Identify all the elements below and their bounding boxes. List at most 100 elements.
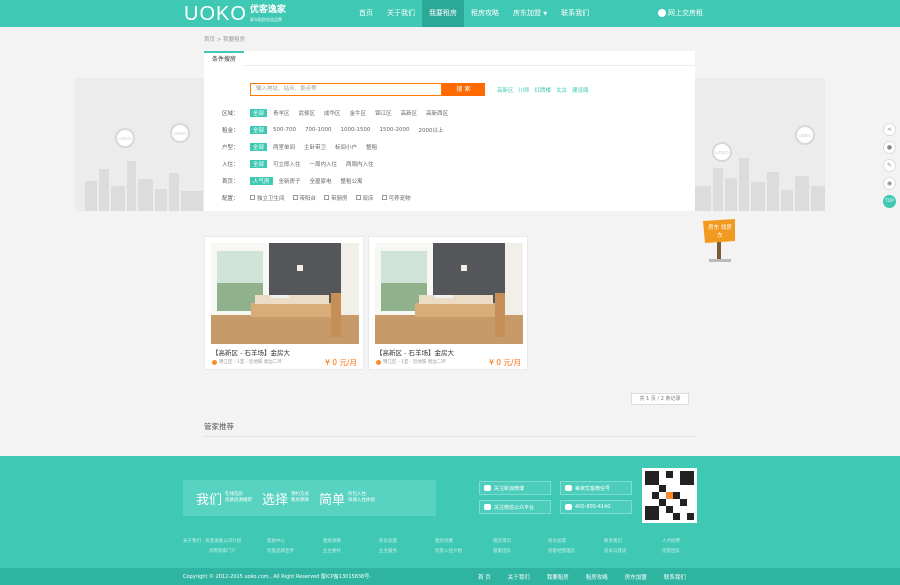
filter-option[interactable]: 全新房子 xyxy=(279,177,301,185)
listing-photo[interactable] xyxy=(375,243,523,344)
filter-option[interactable]: 700-1000 xyxy=(305,127,331,133)
filter-option[interactable]: 高新西区 xyxy=(426,109,448,117)
bottom-link[interactable]: 租房攻略 xyxy=(586,573,608,581)
footer-link[interactable]: 租房常识 xyxy=(493,537,511,547)
search-button[interactable]: 搜 索 xyxy=(442,83,485,96)
site-logo[interactable]: UOKO 优客逸家 青年租房优选品牌 xyxy=(184,3,286,24)
filter-option[interactable]: 青羊区 xyxy=(273,109,290,117)
nav-landlord[interactable]: 房东加盟 ▼ xyxy=(506,0,554,27)
weibo-button[interactable]: 关注新浪微博 xyxy=(479,481,551,495)
config-checkbox[interactable]: 双床 xyxy=(355,194,374,202)
footer-link[interactable]: 优客经营理念 xyxy=(548,547,575,557)
slogan-sub: 预约方式 看房保障 xyxy=(291,492,309,504)
wechat-public-button[interactable]: 关注微信公众平台 xyxy=(479,500,551,514)
logo-cn-sub: 青年租房优选品牌 xyxy=(249,17,282,22)
footer-link[interactable]: 优客品牌宣传 xyxy=(267,547,294,557)
config-checkbox[interactable]: 带阳台 xyxy=(292,194,316,202)
filter-option[interactable]: 2000以上 xyxy=(418,126,443,134)
filter-option[interactable]: 高新区 xyxy=(401,109,418,117)
filter-option[interactable]: 锦江区 xyxy=(375,109,392,117)
footer-link[interactable]: 关于我们 · 优客逸家公司介绍 xyxy=(183,537,241,547)
signpost-label: 房东 找房东 xyxy=(708,225,732,239)
wechat-id-button[interactable]: 每家优客微信号 xyxy=(560,481,632,495)
hot-area-link[interactable]: 太古 xyxy=(556,86,567,94)
top-icon[interactable]: TOP xyxy=(883,195,896,208)
nav-home[interactable]: 首页 xyxy=(352,0,380,27)
listing-title[interactable]: 【高新区 - 石羊场】金房大 xyxy=(376,347,454,357)
filter-option[interactable]: 主卧带卫 xyxy=(304,143,326,151)
filter-option[interactable]: 1000-1500 xyxy=(340,127,370,133)
filter-option[interactable]: 全部 xyxy=(250,159,268,168)
chevron-down-icon: ▼ xyxy=(543,11,548,17)
footer-link[interactable]: 人才招聘 xyxy=(662,537,680,547)
filter-option[interactable]: 1500-2000 xyxy=(379,127,409,133)
filter-option[interactable]: 全部 xyxy=(250,142,268,151)
filter-option[interactable]: 成华区 xyxy=(324,109,341,117)
hot-area-link[interactable]: 高新区 xyxy=(497,86,514,94)
hot-area-link[interactable]: 川师 xyxy=(519,86,530,94)
filter-option[interactable]: 人气房 xyxy=(250,176,273,185)
footer-link[interactable]: 房东加盟 xyxy=(548,537,575,547)
filter-option[interactable]: 两周内入住 xyxy=(346,160,374,168)
filter-option[interactable]: 全部 xyxy=(250,108,268,117)
edit-icon[interactable]: ✎ xyxy=(883,159,896,172)
wechat-icon[interactable]: ◉ xyxy=(883,177,896,190)
footer-link[interactable]: 管家团队 xyxy=(493,547,511,557)
config-checkbox[interactable]: 独立卫生间 xyxy=(250,194,285,202)
footer-link[interactable]: 投诉与建议 xyxy=(604,547,627,557)
recommend-title: 管家推荐 xyxy=(204,422,234,431)
listing-photo[interactable] xyxy=(211,243,359,344)
bottom-link[interactable]: 首 页 xyxy=(478,573,491,581)
uoko-badge: UOKO xyxy=(115,128,135,148)
filter-option[interactable]: 整租 xyxy=(366,143,377,151)
filter-option[interactable]: 可立即入住 xyxy=(273,160,301,168)
listing-card[interactable]: 【高新区 - 石羊场】金房大 锦江区 - 1室 - 近地铁 周边二环 ¥ 0 元… xyxy=(204,236,364,370)
footer-link[interactable]: 优客管家门户 xyxy=(183,547,241,557)
bottom-link[interactable]: 我要租房 xyxy=(547,573,569,581)
footer-link[interactable]: 业主服务 xyxy=(379,547,397,557)
filter-option[interactable]: 两室单间 xyxy=(273,143,295,151)
footer-link[interactable]: 帮助中心 xyxy=(267,537,294,547)
config-checkbox[interactable]: 可养宠物 xyxy=(381,194,411,202)
bottom-link[interactable]: 联系我们 xyxy=(664,573,686,581)
checkbox-label: 独立卫生间 xyxy=(257,195,285,202)
footer-link[interactable]: 优客团队 xyxy=(662,547,680,557)
share-icon[interactable]: ⋖ xyxy=(883,123,896,136)
footer-link[interactable]: 联系我们 xyxy=(604,537,627,547)
listing-title[interactable]: 【高新区 - 石羊场】金房大 xyxy=(212,347,290,357)
filter-option[interactable]: 整租公寓 xyxy=(341,177,363,185)
listing-card[interactable]: 【高新区 - 石羊场】金房大 锦江区 - 1室 - 近地铁 周边二环 ¥ 0 元… xyxy=(368,236,528,370)
filter-option[interactable]: 500-700 xyxy=(273,127,296,133)
qq-icon[interactable]: ● xyxy=(883,141,896,154)
search-input[interactable]: 输入地址、站点、景点等 xyxy=(250,83,442,96)
footer-link[interactable]: 优客入住计划 xyxy=(435,547,462,557)
nav-guide[interactable]: 租房攻略 xyxy=(464,0,506,27)
config-checkbox[interactable]: 带厨房 xyxy=(324,194,348,202)
footer-link[interactable]: 业主委托 xyxy=(323,547,341,557)
filter-option[interactable]: 一周内入住 xyxy=(310,160,338,168)
tab-condition-search[interactable]: 条件搜房 xyxy=(204,51,244,66)
listing-price: ¥ 0 元/月 xyxy=(325,358,357,367)
checkbox-box xyxy=(381,195,387,200)
slogan-sub: 在线选房 优质房源推荐 xyxy=(225,492,252,504)
login-link[interactable]: 网上交房租 xyxy=(658,8,703,18)
nav-contact[interactable]: 联系我们 xyxy=(554,0,596,27)
phone-button[interactable]: 400-800-4140 xyxy=(560,500,632,514)
bottom-link[interactable]: 房东加盟 xyxy=(625,573,647,581)
hot-area-link[interactable]: 建设路 xyxy=(572,86,589,94)
bottom-link[interactable]: 关于我们 xyxy=(508,573,530,581)
nav-rent[interactable]: 我要租房 xyxy=(422,0,464,27)
logo-latin: UOKO xyxy=(184,3,247,25)
filter-option[interactable]: 武侯区 xyxy=(299,109,316,117)
footer-link[interactable]: 租房优惠 xyxy=(435,537,462,547)
hot-area-link[interactable]: 红牌楼 xyxy=(535,86,552,94)
footer-links: 联系我们 投诉与建议 xyxy=(604,537,627,557)
filter-option[interactable]: 全部 xyxy=(250,125,268,134)
landlord-signpost[interactable]: 房东 找房东 xyxy=(703,219,737,263)
filter-option[interactable]: 全屋家电 xyxy=(310,177,332,185)
filter-option[interactable]: 金牛区 xyxy=(350,109,367,117)
nav-about[interactable]: 关于我们 xyxy=(380,0,422,27)
filter-option[interactable]: 标间小户 xyxy=(335,143,357,151)
footer-link[interactable]: 租房攻略 xyxy=(323,537,341,547)
footer-link[interactable]: 房东加盟 xyxy=(379,537,397,547)
